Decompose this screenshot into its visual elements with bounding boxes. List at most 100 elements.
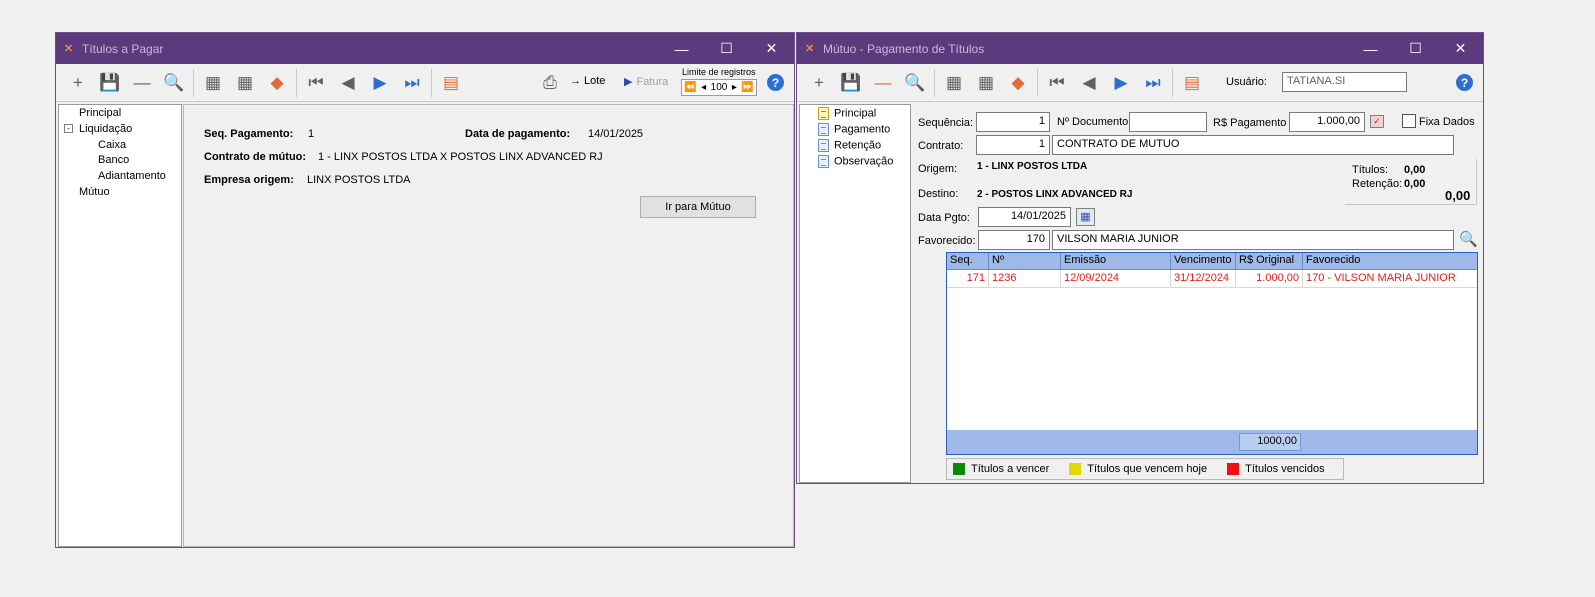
legend-a-vencer: Títulos a vencer [971, 463, 1050, 475]
col-header-favorecido[interactable]: Favorecido [1303, 253, 1477, 269]
search-icon[interactable]: 🔍 [158, 67, 190, 99]
save-icon[interactable]: 💾 [835, 67, 867, 99]
last-record-icon[interactable]: ⏭ [396, 67, 428, 99]
remove-icon[interactable]: — [867, 67, 899, 99]
next-record-icon[interactable]: ▶ [1105, 67, 1137, 99]
usuario-field[interactable]: TATIANA.SI [1282, 72, 1407, 92]
add-icon[interactable]: + [803, 67, 835, 99]
first-record-icon[interactable]: ⏮ [300, 67, 332, 99]
data-pgto-field[interactable]: 14/01/2025 [978, 207, 1071, 227]
tree-item-observacao-label: Observação [834, 155, 894, 168]
save-icon[interactable]: 💾 [94, 67, 126, 99]
rewind-icon[interactable]: ⏪ [684, 82, 696, 93]
tree-item-banco[interactable]: Banco [98, 154, 129, 166]
col-header-rs-original[interactable]: R$ Original [1236, 253, 1303, 269]
fatura-button[interactable]: ▶ Fatura [624, 75, 668, 88]
eraser-icon[interactable]: ◆ [261, 67, 293, 99]
title-bar: ✕ Títulos a Pagar — ☐ ✕ [56, 33, 794, 64]
fast-forward-icon[interactable]: ⏩ [741, 82, 753, 93]
legend-vencidos: Títulos vencidos [1245, 463, 1325, 475]
totals-box: Títulos: 0,00 Retenção: 0,00 0,00 [1345, 159, 1477, 205]
col-header-numero[interactable]: Nº [989, 253, 1061, 269]
tree-item-observacao[interactable]: Observação [818, 155, 893, 168]
favorecido-name-field[interactable]: VILSON MARIA JUNIOR [1052, 230, 1454, 250]
cell-emissao: 12/09/2024 [1061, 270, 1171, 287]
favorecido-number-field[interactable]: 170 [978, 230, 1050, 250]
limit-value[interactable]: 100 [711, 82, 728, 93]
calculator-icon[interactable]: ▦ [938, 67, 970, 99]
fixa-dados-label: Fixa Dados [1419, 116, 1475, 128]
data-pgto-label: Data Pgto: [918, 212, 970, 224]
lote-button[interactable]: → Lote [570, 75, 605, 87]
calendar-check-icon[interactable]: ✓ [1370, 115, 1384, 128]
report-icon[interactable]: ▤ [1176, 67, 1208, 99]
mutuo-pagamento-window: ✕ Mútuo - Pagamento de Títulos — ☐ ✕ + 💾… [796, 32, 1484, 484]
last-record-icon[interactable]: ⏭ [1137, 67, 1169, 99]
decrement-icon[interactable]: ◂ [701, 82, 706, 93]
col-header-vencimento[interactable]: Vencimento [1171, 253, 1236, 269]
grid-header: Seq. Nº Emissão Vencimento R$ Original F… [947, 253, 1477, 270]
fatura-label: Fatura [636, 76, 669, 88]
titulos-value: 0,00 [1404, 164, 1426, 176]
table-row[interactable]: 171 1236 12/09/2024 31/12/2024 1.000,00 … [947, 270, 1477, 288]
tree-item-retencao[interactable]: Retenção [818, 139, 881, 152]
contrato-description-field[interactable]: CONTRATO DE MUTUO [1052, 135, 1454, 155]
report-icon[interactable]: ▤ [435, 67, 467, 99]
tree-item-principal-label: Principal [834, 107, 877, 120]
document-icon [818, 107, 829, 120]
sequencia-field[interactable]: 1 [976, 112, 1050, 132]
navigation-tree: Principal Pagamento Retenção Observação [799, 104, 911, 483]
maximize-button[interactable]: ☐ [1393, 33, 1438, 64]
legend-red-swatch [1227, 463, 1240, 475]
search-icon[interactable]: 🔍 [899, 67, 931, 99]
limit-control[interactable]: ⏪ ◂ 100 ▸ ⏩ [681, 79, 757, 96]
maximize-button[interactable]: ☐ [704, 33, 749, 64]
contrato-number-field[interactable]: 1 [976, 135, 1050, 155]
titles-grid: Seq. Nº Emissão Vencimento R$ Original F… [946, 252, 1478, 455]
sequencia-label: Sequência: [918, 117, 974, 129]
previous-record-icon[interactable]: ◀ [332, 67, 364, 99]
print-icon[interactable]: ⎙ [534, 67, 566, 99]
retencao-value: 0,00 [1404, 178, 1426, 190]
tree-item-principal[interactable]: Principal [79, 107, 121, 119]
minimize-button[interactable]: — [1348, 33, 1393, 64]
ndoc-field[interactable] [1129, 112, 1207, 132]
first-record-icon[interactable]: ⏮ [1041, 67, 1073, 99]
tree-item-principal[interactable]: Principal [818, 107, 876, 120]
add-icon[interactable]: + [62, 67, 94, 99]
tree-item-adiantamento[interactable]: Adiantamento [98, 170, 166, 182]
collapse-icon[interactable]: - [64, 124, 73, 133]
eraser-icon[interactable]: ◆ [1002, 67, 1034, 99]
document-icon [818, 155, 829, 168]
table-icon[interactable]: ▦ [970, 67, 1002, 99]
fixa-dados-checkbox[interactable] [1402, 114, 1416, 128]
close-button[interactable]: ✕ [749, 33, 794, 64]
tree-item-caixa[interactable]: Caixa [98, 139, 126, 151]
col-header-emissao[interactable]: Emissão [1061, 253, 1171, 269]
calculator-icon[interactable]: ▦ [197, 67, 229, 99]
table-icon[interactable]: ▦ [229, 67, 261, 99]
previous-record-icon[interactable]: ◀ [1073, 67, 1105, 99]
seq-pagamento-label: Seq. Pagamento: [204, 128, 294, 140]
minimize-button[interactable]: — [659, 33, 704, 64]
tree-item-pagamento[interactable]: Pagamento [818, 123, 890, 136]
magnifier-icon[interactable]: 🔍 [1459, 230, 1478, 248]
increment-icon[interactable]: ▸ [732, 82, 737, 93]
calendar-icon[interactable]: ▦ [1076, 208, 1095, 226]
col-header-seq[interactable]: Seq. [947, 253, 989, 269]
rs-pagamento-field[interactable]: 1.000,00 [1289, 112, 1365, 132]
favorecido-label: Favorecido: [918, 235, 976, 247]
remove-icon[interactable]: — [126, 67, 158, 99]
legend: Títulos a vencer Títulos que vencem hoje… [946, 458, 1344, 480]
data-pagamento-value: 14/01/2025 [588, 128, 644, 140]
legend-yellow-swatch [1069, 463, 1082, 475]
tree-item-mutuo[interactable]: Mútuo [79, 186, 110, 198]
ir-para-mutuo-button[interactable]: Ir para Mútuo [640, 196, 756, 218]
tree-item-liquidacao[interactable]: Liquidação [79, 123, 132, 135]
help-icon[interactable]: ? [767, 74, 784, 91]
app-icon: ✕ [64, 42, 74, 55]
next-record-icon[interactable]: ▶ [364, 67, 396, 99]
help-icon[interactable]: ? [1456, 74, 1473, 91]
close-button[interactable]: ✕ [1438, 33, 1483, 64]
origem-value: 1 - LINX POSTOS LTDA [977, 161, 1088, 172]
